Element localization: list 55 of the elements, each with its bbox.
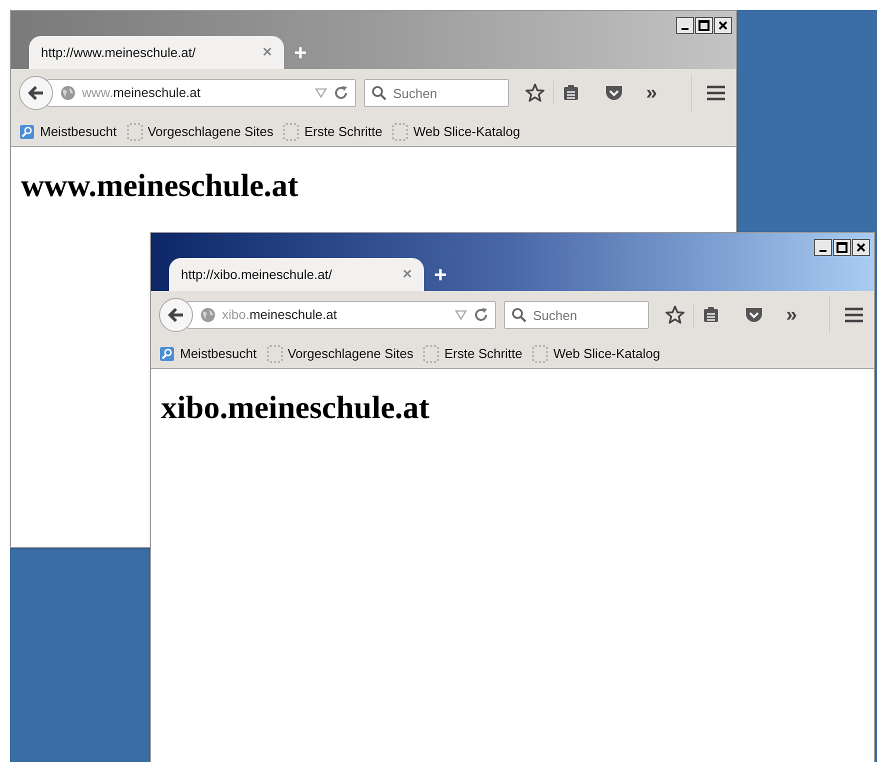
globe-icon [200,307,216,323]
blank-page-icon [532,344,548,362]
blank-page-icon [266,344,283,362]
back-button[interactable] [159,298,193,332]
bookmark-link[interactable]: Web Slice-Katalog [553,344,660,364]
browser-tab[interactable]: http://xibo.meineschule.at/ × [169,258,424,291]
menu-icon[interactable] [706,85,726,101]
menu-icon[interactable] [844,307,864,323]
search-field[interactable]: Suchen [504,301,649,329]
close-button[interactable] [714,17,732,34]
browser-tab[interactable]: http://www.meineschule.at/ × [29,36,284,69]
bookmark-star-icon[interactable] [525,83,545,103]
bookmark-link[interactable]: Vorgeschlagene Sites [288,344,414,364]
blank-page-icon [423,344,440,362]
bookmark-link[interactable]: Meistbesucht [180,344,257,364]
maximize-button[interactable] [695,17,713,34]
reload-icon[interactable] [473,307,489,323]
blank-page-icon [126,122,143,140]
close-button[interactable] [852,239,870,256]
back-arrow-icon [27,84,45,102]
url-text: xibo.meineschule.at [222,306,338,324]
reading-list-icon[interactable] [562,84,580,102]
reading-list-icon[interactable] [702,306,720,324]
blank-page-icon [283,122,300,140]
reload-icon[interactable] [333,85,349,101]
search-icon [371,85,387,101]
page-heading: xibo.meineschule.at [161,388,430,427]
search-field[interactable]: Suchen [364,79,509,107]
maximize-button[interactable] [833,239,851,256]
overflow-button[interactable]: » [646,83,658,103]
search-icon [511,307,527,323]
back-arrow-icon [167,306,185,324]
address-field[interactable]: xibo.meineschule.at [187,301,496,329]
address-field[interactable]: www.meineschule.at [47,79,356,107]
bookmark-link[interactable]: Web Slice-Katalog [413,122,520,142]
bookmark-folder-icon [19,124,35,140]
minimize-button[interactable] [676,17,694,34]
page-heading: www.meineschule.at [21,166,300,205]
tab-title: http://xibo.meineschule.at/ [181,266,332,284]
bookmark-link[interactable]: Meistbesucht [40,122,117,142]
tab-title: http://www.meineschule.at/ [41,44,196,62]
overflow-button[interactable]: » [786,305,798,325]
pocket-icon[interactable] [744,306,764,324]
bookmark-link[interactable]: Vorgeschlagene Sites [148,122,274,142]
bookmark-folder-icon [159,346,175,362]
bookmark-link[interactable]: Erste Schritte [304,122,382,142]
new-tab-button[interactable]: + [434,263,447,287]
bookmark-star-icon[interactable] [665,305,685,325]
globe-icon [60,85,76,101]
blank-page-icon [392,122,408,140]
bookmark-link[interactable]: Erste Schritte [444,344,522,364]
minimize-button[interactable] [814,239,832,256]
pocket-icon[interactable] [604,84,624,102]
url-text: www.meineschule.at [82,84,202,102]
back-button[interactable] [19,76,53,110]
